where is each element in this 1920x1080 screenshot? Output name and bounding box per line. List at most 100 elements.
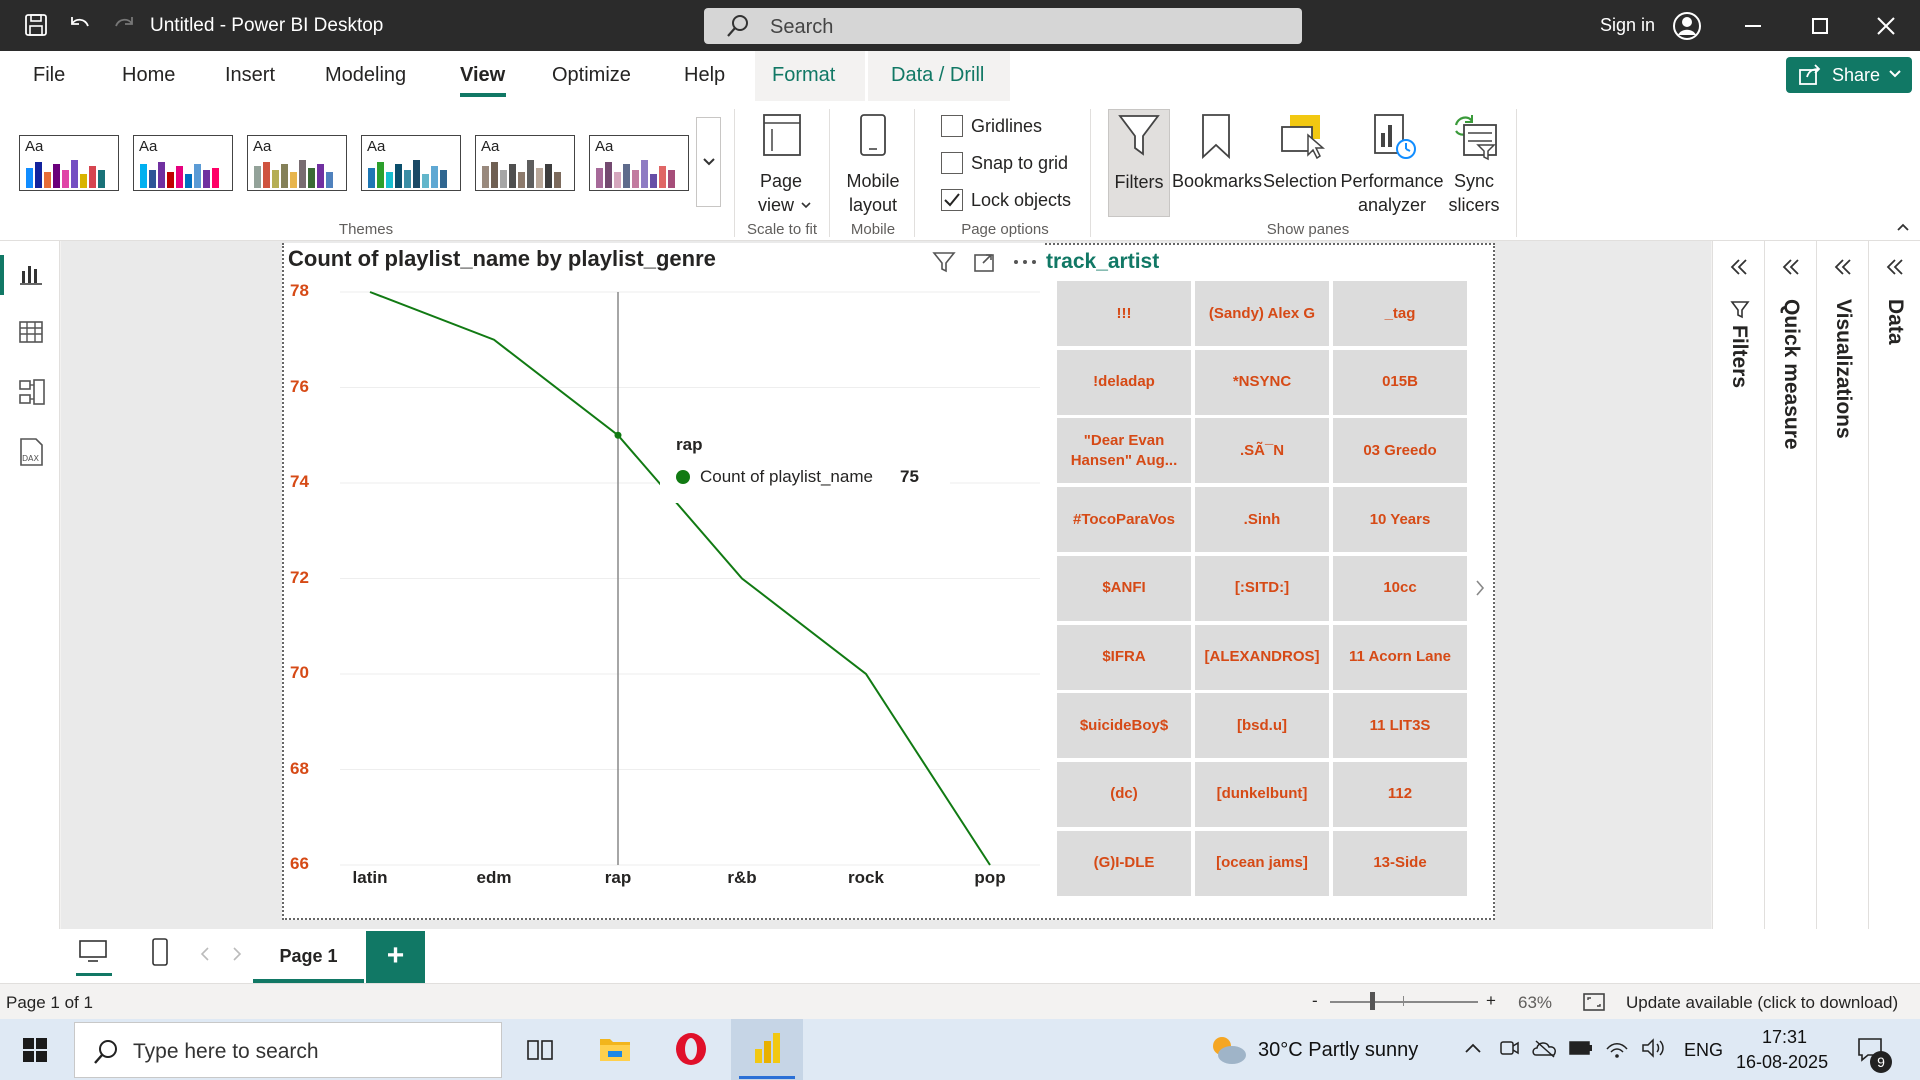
table-cell[interactable]: #TocoParaVos — [1057, 487, 1191, 553]
chevron-right-icon[interactable] — [1474, 578, 1486, 598]
table-cell[interactable]: 10cc — [1333, 555, 1467, 621]
volume-icon[interactable] — [1640, 1037, 1666, 1059]
expand-pane-icon[interactable] — [1833, 257, 1853, 277]
collapse-ribbon-icon[interactable] — [1896, 221, 1910, 233]
focus-mode-icon[interactable] — [972, 250, 996, 274]
opera-browser-icon[interactable] — [674, 1032, 708, 1066]
sign-in-link[interactable]: Sign in — [1600, 15, 1655, 36]
table-cell[interactable]: 11 LIT3S — [1333, 693, 1467, 759]
table-cell[interactable]: $uicideBoy$ — [1057, 693, 1191, 759]
sync-slicers-button[interactable]: Sync slicers — [1444, 109, 1504, 219]
report-view-icon[interactable] — [18, 261, 44, 287]
weather-text[interactable]: 30°C Partly sunny — [1258, 1039, 1418, 1062]
zoom-slider-thumb[interactable] — [1370, 992, 1375, 1010]
table-cell[interactable]: "Dear Evan Hansen" Aug... — [1057, 418, 1191, 484]
input-language[interactable]: ENG — [1684, 1040, 1723, 1061]
selection-pane-button[interactable]: Selection — [1262, 109, 1338, 217]
data-pane-collapsed[interactable]: Data — [1868, 241, 1920, 929]
maximize-icon[interactable] — [1812, 18, 1828, 34]
table-cell[interactable]: 015B — [1333, 349, 1467, 415]
expand-pane-icon[interactable] — [1781, 257, 1801, 277]
visualizations-pane-collapsed[interactable]: Visualizations — [1816, 241, 1868, 929]
tray-overflow-icon[interactable] — [1464, 1041, 1482, 1055]
table-cell[interactable]: 10 Years — [1333, 487, 1467, 553]
table-cell[interactable]: !!! — [1057, 281, 1191, 346]
scroll-left-icon[interactable] — [200, 947, 210, 961]
file-explorer-icon[interactable] — [598, 1033, 632, 1065]
model-view-icon[interactable] — [18, 378, 46, 406]
theme-thumbnail[interactable]: Aa — [589, 135, 689, 191]
menu-view[interactable]: View — [460, 64, 505, 87]
menu-help[interactable]: Help — [684, 64, 725, 87]
filters-pane-button[interactable]: Filters — [1108, 109, 1170, 217]
desktop-layout-icon[interactable] — [78, 939, 108, 965]
theme-thumbnail[interactable]: Aa — [361, 135, 461, 191]
menu-data-drill[interactable]: Data / Drill — [891, 64, 984, 87]
more-options-icon[interactable] — [1012, 250, 1038, 274]
taskbar-search[interactable]: Type here to search — [74, 1022, 502, 1078]
table-cell[interactable]: .Sinh — [1195, 487, 1329, 553]
visual-filter-icon[interactable] — [932, 250, 956, 274]
theme-thumbnail[interactable]: Aa — [247, 135, 347, 191]
table-cell[interactable]: [ALEXANDROS] — [1195, 624, 1329, 690]
table-cell[interactable]: *NSYNC — [1195, 349, 1329, 415]
power-bi-taskbar-button[interactable] — [731, 1019, 803, 1080]
minimize-icon[interactable] — [1745, 25, 1761, 27]
bookmarks-pane-button[interactable]: Bookmarks — [1172, 109, 1262, 217]
menu-optimize[interactable]: Optimize — [552, 64, 631, 87]
weather-icon[interactable] — [1208, 1033, 1248, 1067]
menu-insert[interactable]: Insert — [225, 64, 275, 87]
table-cell[interactable]: [bsd.u] — [1195, 693, 1329, 759]
menu-format[interactable]: Format — [772, 64, 835, 87]
clock-time[interactable]: 17:31 — [1762, 1027, 1807, 1048]
table-cell[interactable]: 112 — [1333, 761, 1467, 827]
fit-to-page-icon[interactable] — [1582, 992, 1606, 1012]
table-cell[interactable]: 03 Greedo — [1333, 418, 1467, 484]
table-cell[interactable]: [:SITD:] — [1195, 555, 1329, 621]
snap-to-grid-checkbox[interactable] — [941, 152, 963, 174]
account-icon[interactable] — [1672, 11, 1702, 41]
battery-icon[interactable] — [1568, 1039, 1594, 1057]
table-cell[interactable]: !deladap — [1057, 349, 1191, 415]
search-box[interactable]: Search — [704, 8, 1302, 44]
table-cell[interactable]: 13-Side — [1333, 830, 1467, 896]
table-cell[interactable]: 11 Acorn Lane — [1333, 624, 1467, 690]
zoom-slider-track[interactable] — [1330, 1001, 1478, 1003]
undo-icon[interactable] — [68, 13, 92, 37]
save-icon[interactable] — [24, 13, 48, 37]
update-available-link[interactable]: Update available (click to download) — [1626, 993, 1898, 1013]
close-icon[interactable] — [1876, 16, 1896, 36]
zoom-level[interactable]: 63% — [1518, 993, 1552, 1013]
gridlines-checkbox[interactable] — [941, 115, 963, 137]
table-cell[interactable]: (G)I-DLE — [1057, 830, 1191, 896]
expand-pane-icon[interactable] — [1885, 257, 1905, 277]
table-cell[interactable]: _tag — [1333, 281, 1467, 346]
table-cell[interactable]: $ANFI — [1057, 555, 1191, 621]
page-tab[interactable]: Page 1 — [253, 931, 364, 983]
zoom-out-button[interactable]: - — [1312, 991, 1318, 1011]
table-cell[interactable]: $IFRA — [1057, 624, 1191, 690]
performance-analyzer-button[interactable]: Performance analyzer — [1340, 109, 1444, 219]
menu-file[interactable]: File — [33, 64, 65, 87]
share-button[interactable]: Share — [1786, 57, 1912, 93]
wifi-icon[interactable] — [1604, 1037, 1630, 1059]
clock-date[interactable]: 16-08-2025 — [1736, 1052, 1828, 1073]
theme-thumbnail[interactable]: Aa — [19, 135, 119, 191]
onedrive-icon[interactable] — [1532, 1037, 1558, 1059]
table-cell[interactable]: [ocean jams] — [1195, 830, 1329, 896]
mobile-layout-icon[interactable] — [150, 937, 170, 967]
table-cell[interactable]: [dunkelbunt] — [1195, 761, 1329, 827]
scroll-right-icon[interactable] — [232, 947, 242, 961]
mobile-layout-button[interactable]: Mobile layout — [838, 109, 908, 219]
lock-objects-checkbox[interactable] — [941, 189, 963, 211]
themes-dropdown[interactable] — [696, 117, 721, 207]
task-view-icon[interactable] — [526, 1037, 554, 1063]
zoom-in-button[interactable]: + — [1486, 991, 1496, 1011]
theme-thumbnail[interactable]: Aa — [133, 135, 233, 191]
add-page-button[interactable]: + — [366, 931, 425, 983]
quick-measure-pane-collapsed[interactable]: Quick measure — [1764, 241, 1816, 929]
redo-icon[interactable] — [112, 13, 136, 37]
page-view-button[interactable]: Page view — [748, 109, 814, 219]
windows-start-icon[interactable] — [22, 1037, 48, 1063]
table-view-icon[interactable] — [18, 319, 44, 345]
